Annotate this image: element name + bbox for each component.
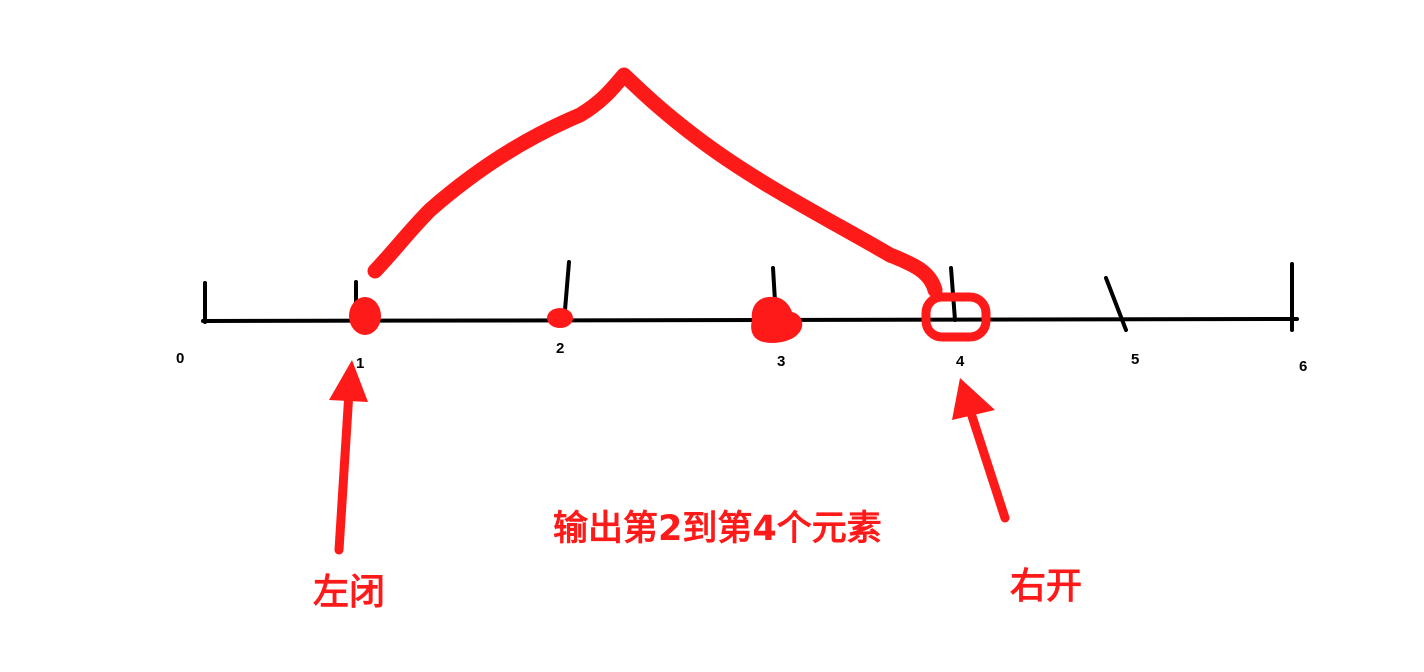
left-arrow-shaft <box>334 387 354 555</box>
right-arrow-shaft <box>965 405 1010 523</box>
left-arrow <box>329 360 368 555</box>
tick-label-2: 2 <box>556 340 564 357</box>
output-caption: 输出第2到第4个元素 <box>553 509 882 549</box>
tick-label-5: 5 <box>1131 351 1139 368</box>
element-marker-2 <box>547 308 573 328</box>
tick-label-0: 0 <box>176 350 184 367</box>
tick-label-4: 4 <box>956 353 965 370</box>
right-open-label: 右开 <box>1010 566 1082 607</box>
tick-label-3: 3 <box>777 353 785 370</box>
tick-5 <box>1104 276 1128 332</box>
right-arrow-head <box>952 378 995 420</box>
tick-label-1: 1 <box>356 355 364 372</box>
tick-labels: 0 1 2 3 4 5 6 <box>176 340 1307 375</box>
interval-arc <box>367 67 943 298</box>
number-line-diagram: 0 1 2 3 4 5 6 左闭 右开 输出第2到第4个元素 <box>176 67 1307 613</box>
tick-label-6: 6 <box>1299 358 1307 375</box>
tick-2 <box>563 260 571 312</box>
element-marker-3 <box>751 296 803 343</box>
left-closed-label: 左闭 <box>313 572 385 613</box>
closed-endpoint-marker <box>349 297 381 335</box>
right-arrow <box>952 378 1010 523</box>
